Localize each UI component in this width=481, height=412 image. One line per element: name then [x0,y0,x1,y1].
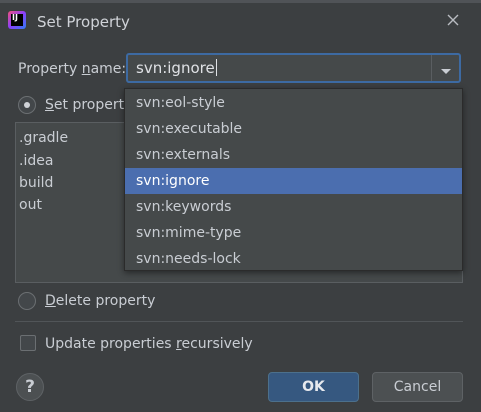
title-bar[interactable]: IJ Set Property [0,3,481,39]
value-line: .gradle [19,130,69,146]
separator [15,321,463,322]
close-icon[interactable] [445,12,461,28]
text-caret [215,59,217,76]
set-property-label[interactable]: Set property [45,97,132,113]
help-button[interactable]: ? [16,373,44,401]
delete-property-radio[interactable] [18,292,36,310]
update-recursively-label[interactable]: Update properties recursively [45,336,253,352]
property-name-label: Property name: [18,61,127,77]
set-property-dialog: IJ Set Property Property name: svn:ignor… [0,0,481,412]
dropdown-option-externals[interactable]: svn:externals [125,142,462,168]
chevron-down-icon[interactable] [439,64,453,74]
dropdown-option-executable[interactable]: svn:executable [125,116,462,142]
dropdown-option-eol-style[interactable]: svn:eol-style [125,90,462,116]
dropdown-option-ignore[interactable]: svn:ignore [125,168,462,194]
dialog-title: Set Property [37,13,130,31]
delete-property-label[interactable]: Delete property [45,293,155,309]
dropdown-option-mime-type[interactable]: svn:mime-type [125,220,462,246]
update-recursively-checkbox[interactable] [20,335,36,351]
intellij-app-icon: IJ [8,11,26,29]
ok-button[interactable]: OK [268,372,359,402]
cancel-button[interactable]: Cancel [372,372,463,402]
set-property-radio[interactable] [18,96,36,114]
value-line: .idea [19,153,54,169]
value-line: out [19,197,42,213]
property-name-combobox[interactable]: svn:ignore [126,53,461,83]
value-line: build [19,175,54,191]
combo-divider [431,55,432,81]
dropdown-option-needs-lock[interactable]: svn:needs-lock [125,246,462,272]
property-name-dropdown: svn:eol-style svn:executable svn:externa… [124,88,463,271]
dropdown-option-keywords[interactable]: svn:keywords [125,194,462,220]
property-name-input[interactable]: svn:ignore [136,59,217,77]
